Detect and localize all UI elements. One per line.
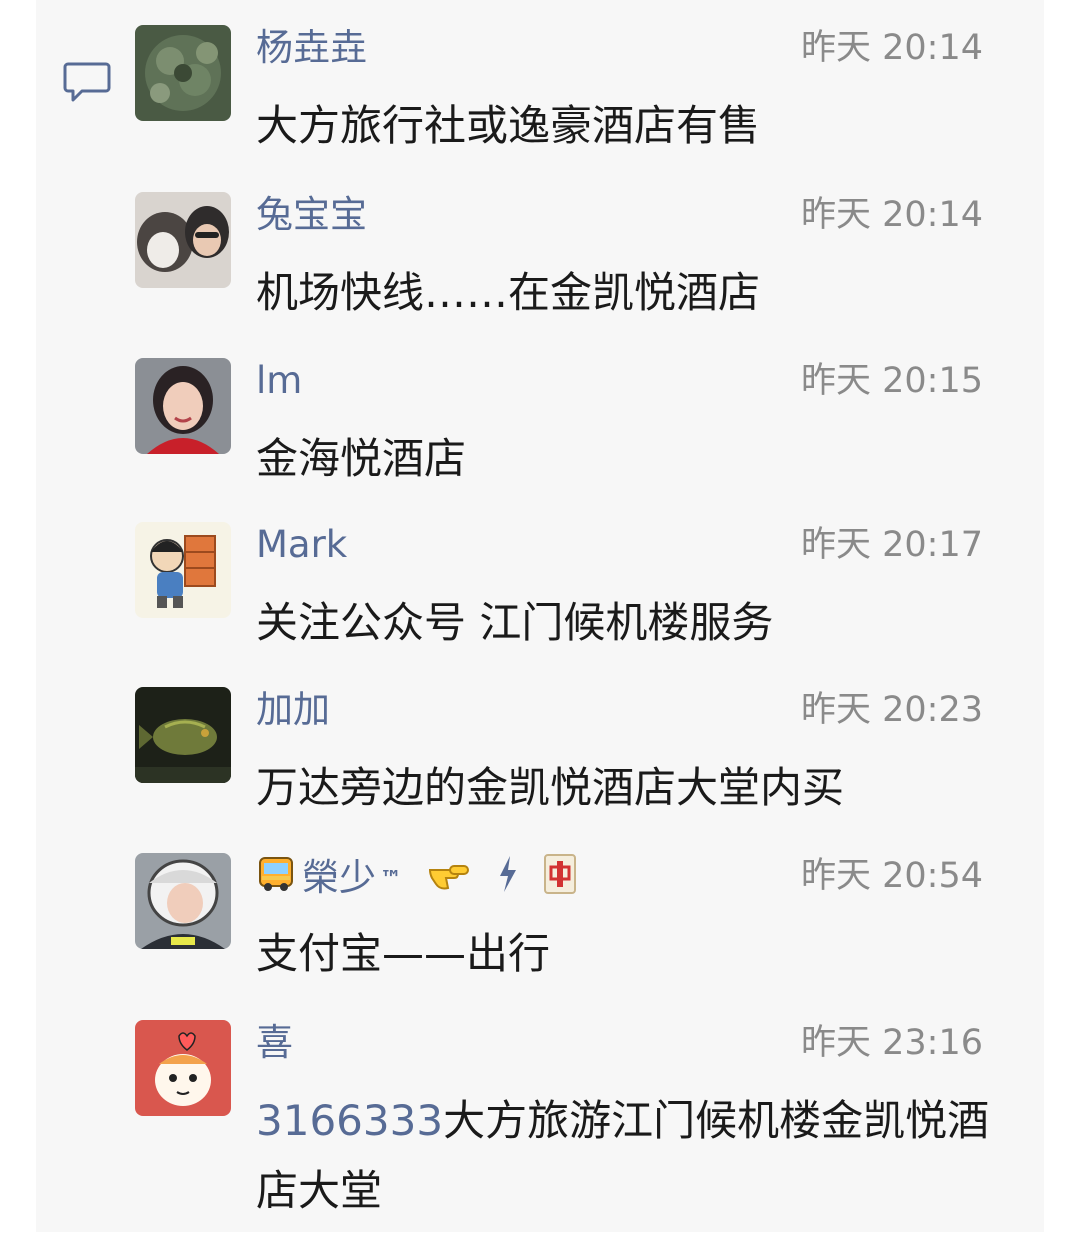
sender-name[interactable]: 榮少 ™ — [256, 853, 583, 906]
avatar[interactable] — [135, 853, 231, 949]
comment-text: 关注公众号 江门候机楼服务 — [256, 598, 774, 647]
comment-text: 3166333大方旅游江门候机楼金凯悦酒店大堂 — [256, 1086, 996, 1226]
comment-text: 大方旅行社或逸豪酒店有售 — [256, 101, 761, 150]
sender-name[interactable]: 加加 — [256, 687, 330, 733]
sender-name[interactable]: Mark — [256, 522, 347, 568]
pointing-hand-icon — [428, 856, 472, 903]
sender-name-text: 榮少 — [302, 856, 376, 899]
timestamp: 昨天 20:23 — [801, 690, 983, 730]
comment-text: 机场快线……在金凯悦酒店 — [256, 268, 761, 317]
sender-name[interactable]: 杨垚垚 — [256, 25, 367, 71]
sender-name[interactable]: 喜 — [256, 1020, 293, 1066]
phone-link[interactable]: 3166333 — [256, 1096, 443, 1145]
avatar[interactable] — [135, 687, 231, 783]
timestamp: 昨天 20:15 — [801, 361, 983, 401]
timestamp: 昨天 20:17 — [801, 525, 983, 565]
timestamp: 昨天 20:54 — [801, 856, 983, 896]
sender-name[interactable]: lm — [256, 358, 302, 404]
comment-icon[interactable] — [62, 60, 112, 104]
trademark-suffix: ™ — [380, 866, 402, 892]
avatar[interactable] — [135, 522, 231, 618]
mahjong-icon — [543, 853, 577, 906]
comment-text: 金海悦酒店 — [256, 434, 467, 483]
avatar[interactable] — [135, 25, 231, 121]
bus-icon — [256, 854, 296, 905]
lightning-icon — [496, 854, 520, 905]
sender-name[interactable]: 兔宝宝 — [256, 192, 367, 238]
timestamp: 昨天 23:16 — [801, 1023, 983, 1063]
comment-text: 支付宝——出行 — [256, 929, 551, 978]
avatar[interactable] — [135, 1020, 231, 1116]
comment-text: 万达旁边的金凯悦酒店大堂内买 — [256, 763, 845, 812]
timestamp: 昨天 20:14 — [801, 195, 983, 235]
avatar[interactable] — [135, 192, 231, 288]
avatar[interactable] — [135, 358, 231, 454]
timestamp: 昨天 20:14 — [801, 28, 983, 68]
